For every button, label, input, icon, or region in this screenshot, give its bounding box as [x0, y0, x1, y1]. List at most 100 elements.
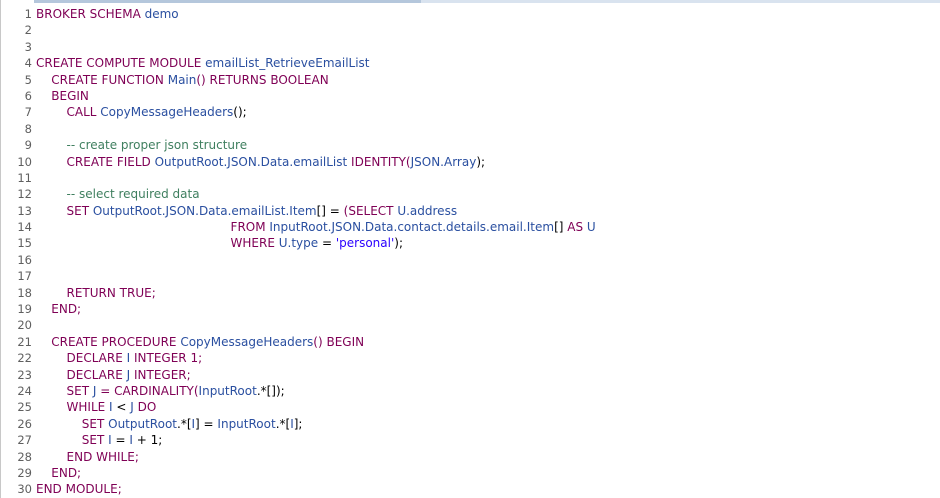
code-token: InputRoot: [217, 416, 276, 431]
editor-top-border: [1, 0, 940, 3]
code-token: 'personal': [335, 236, 395, 251]
code-token: SET: [36, 433, 109, 448]
line-text[interactable]: CREATE PROCEDURE CopyMessageHeaders() BE…: [36, 334, 364, 350]
line-text[interactable]: CREATE FUNCTION Main() RETURNS BOOLEAN: [36, 72, 329, 88]
line-text[interactable]: WHILE I < J DO: [36, 399, 157, 415]
code-token: .*[: [177, 416, 192, 431]
code-token: AS: [567, 220, 587, 235]
line-text[interactable]: SET OutputRoot.*[I] = InputRoot.*[I];: [36, 416, 303, 432]
code-token: InputRoot.JSON.Data.contact.details.emai…: [269, 220, 555, 235]
code-line[interactable]: 15 WHERE U.type = 'personal');: [1, 235, 940, 251]
line-number: 12: [17, 187, 32, 202]
code-token: IDENTITY(: [347, 154, 411, 169]
line-number: 1: [24, 7, 32, 21]
code-editor[interactable]: 1 BROKER SCHEMA demo 2 3 4 CREATE COMPUTE MOD…: [0, 0, 940, 498]
code-line[interactable]: 25 WHILE I < J DO: [1, 399, 940, 415]
code-token: OutputRoot.JSON.Data.emailList.Item: [92, 203, 317, 218]
line-text[interactable]: END;: [36, 301, 81, 317]
line-text[interactable]: WHERE U.type = 'personal');: [36, 235, 403, 251]
code-line[interactable]: 24 SET J = CARDINALITY(InputRoot.*[]);: [1, 383, 940, 399]
line-number: 3: [24, 39, 32, 54]
code-token: + 1;: [132, 433, 163, 448]
line-text[interactable]: DECLARE J INTEGER;: [36, 367, 191, 383]
code-token: U.address: [397, 203, 458, 218]
line-number: 6: [24, 88, 32, 103]
line-number: 17: [17, 269, 32, 284]
code-token: DECLARE: [36, 351, 127, 366]
code-line[interactable]: 10 CREATE FIELD OutputRoot.JSON.Data.ema…: [1, 154, 940, 170]
line-text[interactable]: END WHILE;: [36, 449, 139, 465]
code-token: Main: [167, 72, 197, 87]
line-text[interactable]: CREATE COMPUTE MODULE emailList_Retrieve…: [36, 55, 370, 71]
code-line[interactable]: 17: [1, 268, 940, 284]
code-token: CREATE FIELD: [36, 154, 155, 169]
code-token: END MODULE;: [36, 482, 122, 497]
line-number: 24: [17, 383, 32, 398]
line-text[interactable]: END MODULE;: [36, 481, 122, 497]
code-token: () RETURNS BOOLEAN: [196, 72, 329, 87]
line-text[interactable]: RETURN TRUE;: [36, 285, 156, 301]
line-number: 19: [17, 302, 32, 317]
line-number: 16: [17, 252, 32, 267]
code-line[interactable]: 16: [1, 252, 940, 268]
code-token: END WHILE;: [36, 449, 139, 464]
code-token: <: [112, 400, 131, 415]
code-token: .*[]);: [256, 383, 285, 398]
code-line[interactable]: 2: [1, 22, 940, 38]
line-text[interactable]: END;: [36, 465, 81, 481]
code-token: CopyMessageHeaders: [100, 105, 234, 120]
line-number: 10: [17, 154, 32, 169]
code-line[interactable]: 14 FROM InputRoot.JSON.Data.contact.deta…: [1, 219, 940, 235]
line-number: 26: [17, 416, 32, 431]
code-line[interactable]: 20: [1, 317, 940, 333]
line-text[interactable]: CREATE FIELD OutputRoot.JSON.Data.emailL…: [36, 154, 486, 170]
code-line[interactable]: 9 -- create proper json structure: [1, 137, 940, 153]
line-number: 15: [17, 236, 32, 251]
line-text[interactable]: DECLARE I INTEGER 1;: [36, 350, 203, 366]
code-line[interactable]: 22 DECLARE I INTEGER 1;: [1, 350, 940, 366]
code-line[interactable]: 28 END WHILE;: [1, 449, 940, 465]
code-line[interactable]: 4 CREATE COMPUTE MODULE emailList_Retriev…: [1, 55, 940, 71]
code-token: SET: [36, 203, 93, 218]
code-line[interactable]: 12 -- select required data: [1, 186, 940, 202]
code-area[interactable]: 1 BROKER SCHEMA demo 2 3 4 CREATE COMPUTE MOD…: [1, 6, 940, 498]
code-line[interactable]: 21 CREATE PROCEDURE CopyMessageHeaders()…: [1, 334, 940, 350]
line-number: 29: [17, 465, 32, 480]
code-line[interactable]: 5 CREATE FUNCTION Main() RETURNS BOOLEAN: [1, 72, 940, 88]
code-token: InputRoot: [198, 383, 257, 398]
code-line[interactable]: 13 SET OutputRoot.JSON.Data.emailList.It…: [1, 203, 940, 219]
line-number: 5: [24, 72, 32, 87]
line-text[interactable]: SET J = CARDINALITY(InputRoot.*[]);: [36, 383, 285, 399]
line-text[interactable]: SET OutputRoot.JSON.Data.emailList.Item[…: [36, 203, 458, 219]
code-line[interactable]: 30 END MODULE;: [1, 481, 940, 497]
line-text[interactable]: -- select required data: [36, 186, 200, 202]
code-line[interactable]: 1 BROKER SCHEMA demo: [1, 6, 940, 22]
code-line[interactable]: 3: [1, 39, 940, 55]
code-line[interactable]: 19 END;: [1, 301, 940, 317]
code-line[interactable]: 29 END;: [1, 465, 940, 481]
line-text[interactable]: FROM InputRoot.JSON.Data.contact.details…: [36, 219, 596, 235]
code-line[interactable]: 23 DECLARE J INTEGER;: [1, 367, 940, 383]
code-line[interactable]: 8: [1, 121, 940, 137]
code-line[interactable]: 26 SET OutputRoot.*[I] = InputRoot.*[I];: [1, 416, 940, 432]
code-line[interactable]: 7 CALL CopyMessageHeaders();: [1, 104, 940, 120]
code-line[interactable]: 11: [1, 170, 940, 186]
code-line[interactable]: 18 RETURN TRUE;: [1, 285, 940, 301]
code-token: emailList_RetrieveEmailList: [205, 56, 370, 71]
line-text[interactable]: BEGIN: [36, 88, 89, 104]
code-token: ();: [233, 105, 247, 120]
line-text[interactable]: CALL CopyMessageHeaders();: [36, 104, 247, 120]
line-number: 11: [17, 170, 32, 185]
line-text[interactable]: SET I = I + 1;: [36, 432, 163, 448]
line-text[interactable]: -- create proper json structure: [36, 137, 248, 153]
code-line[interactable]: 27 SET I = I + 1;: [1, 432, 940, 448]
code-token: INTEGER 1;: [130, 351, 203, 366]
code-token: CREATE PROCEDURE: [36, 334, 181, 349]
line-number: 8: [24, 121, 32, 136]
code-token: = CARDINALITY(: [96, 383, 199, 398]
code-token: RETURN TRUE;: [36, 285, 156, 300]
line-number: 25: [17, 400, 32, 415]
line-text[interactable]: BROKER SCHEMA demo: [36, 6, 179, 22]
line-number: 30: [17, 482, 32, 497]
code-line[interactable]: 6 BEGIN: [1, 88, 940, 104]
